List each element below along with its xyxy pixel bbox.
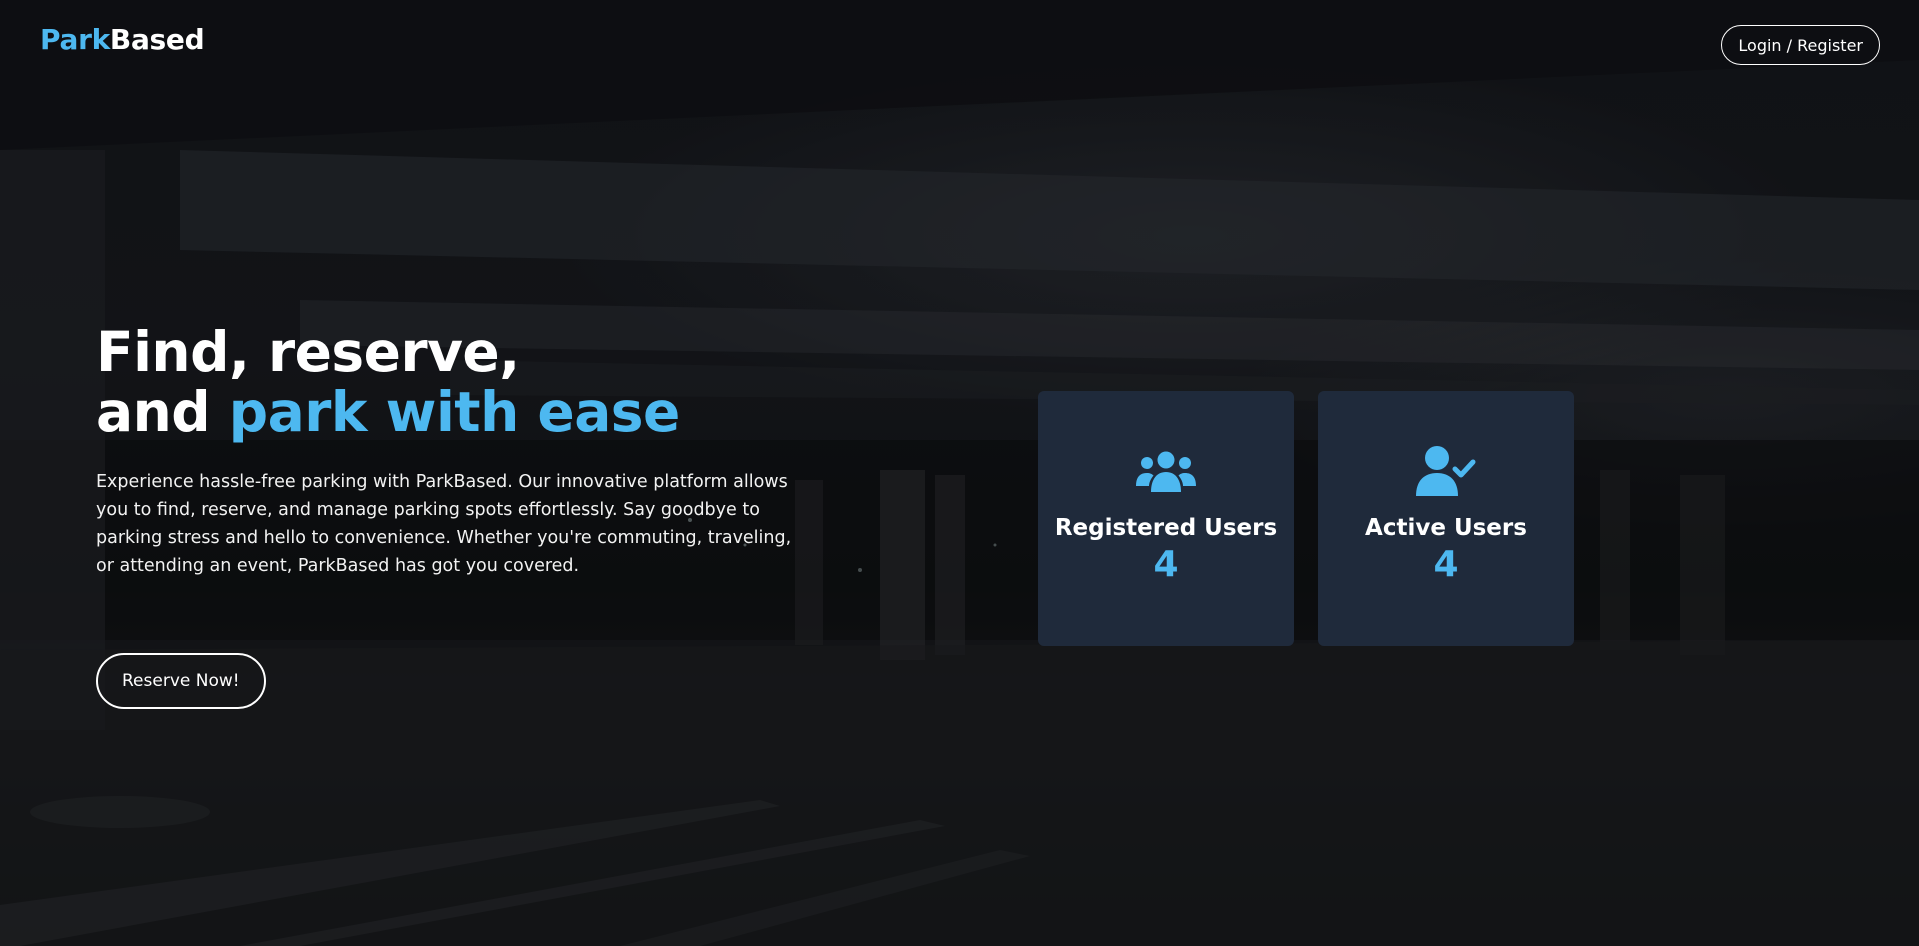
user-check-icon (1416, 446, 1476, 496)
registered-users-card: Registered Users 4 (1038, 391, 1294, 646)
active-users-label: Active Users (1365, 515, 1527, 541)
registered-users-label: Registered Users (1054, 515, 1278, 541)
landing-page: ParkBased Login / Register Find, reserve… (0, 0, 1919, 946)
brand-logo-park: Park (40, 23, 110, 56)
hero-title-line1: Find, reserve, (96, 320, 520, 384)
login-register-button[interactable]: Login / Register (1721, 25, 1880, 65)
reserve-now-button[interactable]: Reserve Now! (96, 653, 266, 709)
hero-title-line2-plain: and (96, 380, 229, 444)
hero-section: Find, reserve, and park with ease Experi… (96, 322, 816, 580)
hero-title-accent: park with ease (228, 380, 681, 444)
hero-title: Find, reserve, and park with ease (96, 322, 816, 442)
active-users-card: Active Users 4 (1318, 391, 1574, 646)
hero-description: Experience hassle-free parking with Park… (96, 472, 792, 576)
active-users-count: 4 (1433, 544, 1459, 585)
brand-logo-based: Based (109, 23, 205, 56)
registered-users-count: 4 (1153, 544, 1179, 585)
brand-logo[interactable]: ParkBased (40, 23, 205, 56)
users-icon (1136, 447, 1196, 495)
